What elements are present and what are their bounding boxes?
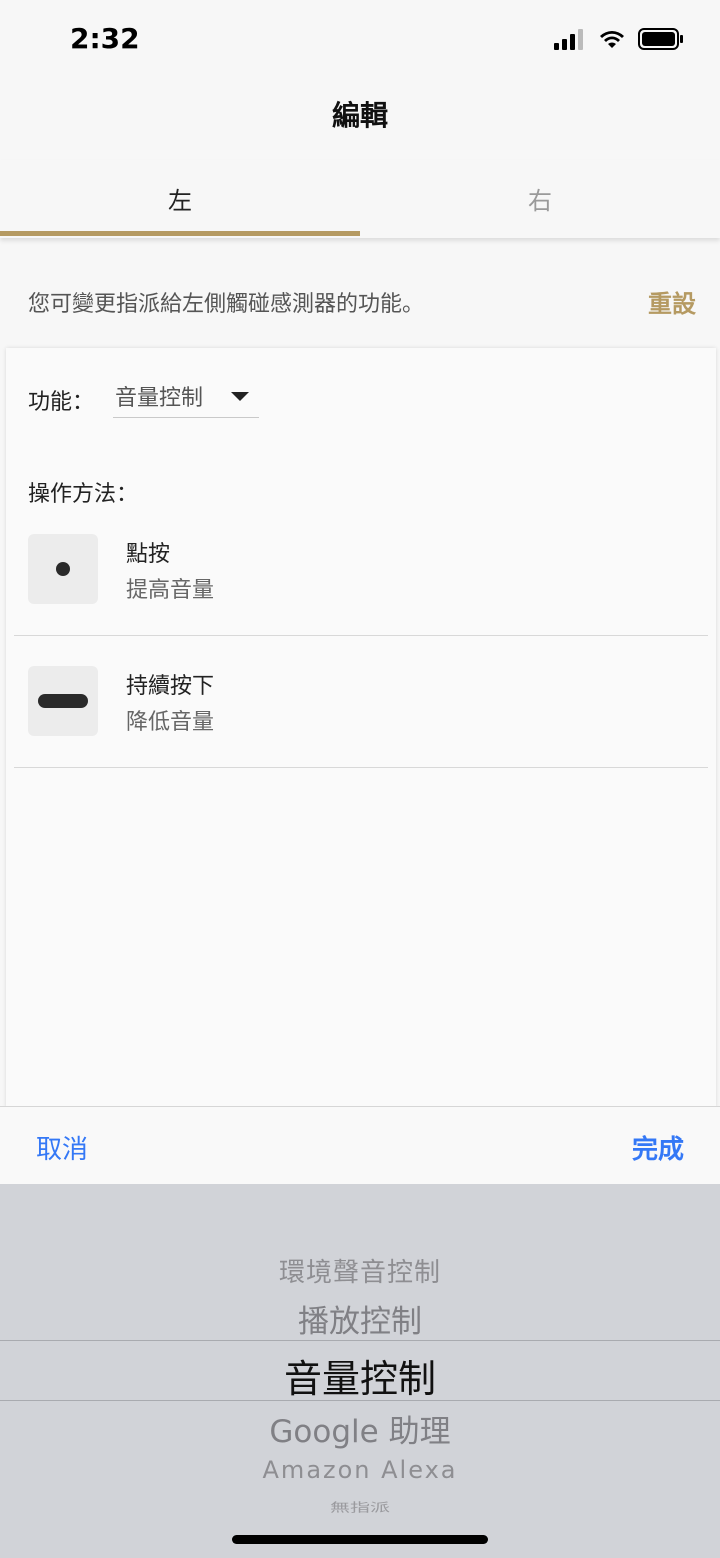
picker-option[interactable]: Google 助理	[0, 1406, 720, 1451]
function-dropdown[interactable]: 音量控制	[113, 380, 259, 418]
operation-row-tap: 點按 提高音量	[14, 504, 708, 636]
tab-selected-indicator	[0, 231, 360, 236]
function-card: 功能： 音量控制 操作方法： 點按 提高音量 持續按下 降低音量	[6, 348, 716, 1108]
cellular-signal-icon	[554, 29, 583, 50]
tap-icon-box	[28, 534, 98, 604]
dot-icon	[56, 562, 70, 576]
status-icons	[554, 28, 684, 50]
operation-subtitle: 提高音量	[126, 578, 215, 603]
hold-icon-box	[28, 666, 98, 736]
operation-title: 點按	[126, 542, 171, 567]
function-picker[interactable]: 環境聲音控制 播放控制 音量控制 Google 助理 Amazon Alexa …	[0, 1184, 720, 1558]
function-label: 功能：	[28, 390, 95, 415]
operation-subtitle: 降低音量	[126, 710, 215, 735]
status-time: 2:32	[70, 22, 140, 55]
long-press-bar-icon	[38, 694, 88, 708]
operation-title: 持續按下	[126, 674, 215, 699]
picker-toolbar: 取消 完成	[0, 1106, 720, 1184]
home-indicator[interactable]	[232, 1535, 488, 1544]
hint-text: 您可變更指派給左側觸碰感測器的功能。	[28, 292, 425, 317]
done-button[interactable]: 完成	[632, 1129, 684, 1166]
function-dropdown-value: 音量控制	[115, 386, 204, 411]
picker-option[interactable]: 無指派	[0, 1498, 720, 1515]
cancel-button[interactable]: 取消	[36, 1129, 88, 1166]
dropdown-caret-icon	[231, 392, 249, 401]
side-tabs: 左 右	[0, 160, 720, 238]
wifi-icon	[600, 31, 624, 48]
tab-left[interactable]: 左	[0, 160, 360, 238]
reset-button[interactable]: 重設	[648, 284, 696, 319]
picker-option[interactable]: 環境聲音控制	[0, 1252, 720, 1289]
picker-option[interactable]: 播放控制	[0, 1296, 720, 1341]
picker-option-selected[interactable]: 音量控制	[0, 1348, 720, 1403]
status-bar: 2:32	[0, 0, 720, 80]
picker-option[interactable]: Amazon Alexa	[0, 1456, 720, 1484]
page-title: 編輯	[331, 99, 388, 132]
tab-right[interactable]: 右	[360, 160, 720, 238]
operation-row-hold: 持續按下 降低音量	[14, 636, 708, 768]
battery-icon	[638, 28, 683, 50]
